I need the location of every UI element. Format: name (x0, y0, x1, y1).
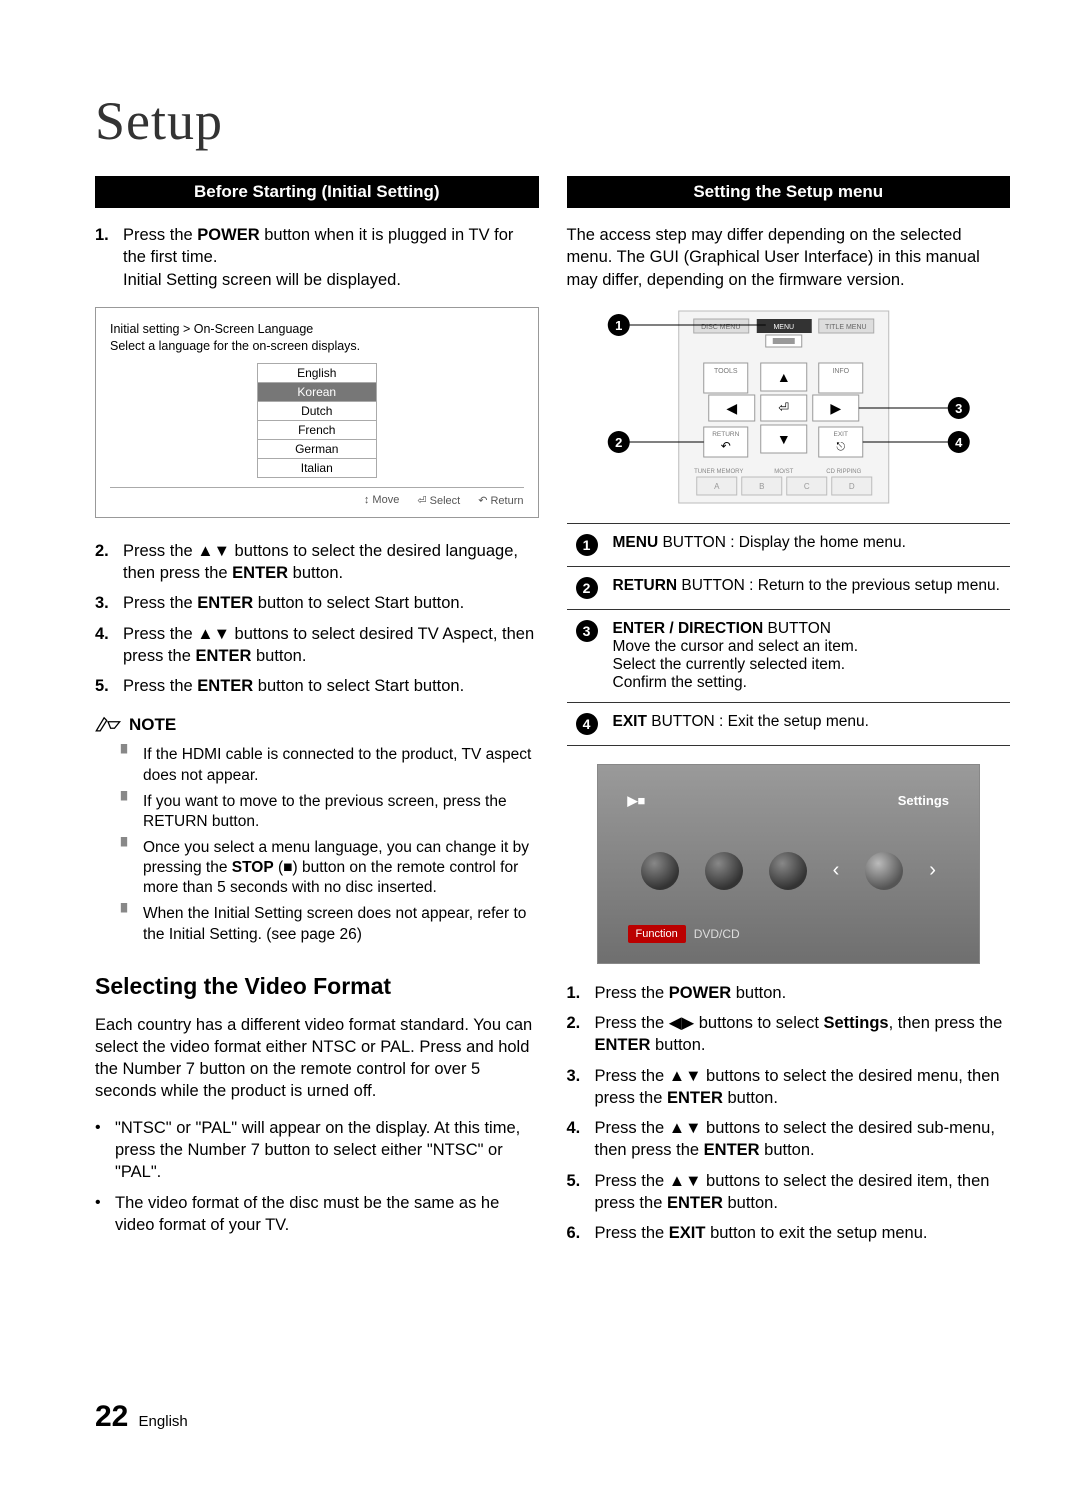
remote-diagram: DISC MENU MENU TITLE MENU TOOLS INFO ▲ ▼… (567, 305, 1011, 505)
svg-text:2: 2 (615, 435, 622, 450)
steps-initial-2: 2.Press the ▲▼ buttons to select the des… (95, 540, 539, 698)
svg-text:4: 4 (955, 435, 963, 450)
callout-text: RETURN BUTTON : Return to the previous s… (607, 566, 1011, 609)
callout-text: ENTER / DIRECTION BUTTONMove the cursor … (607, 609, 1011, 702)
page-title: Setup (95, 90, 1010, 152)
svg-text:A: A (714, 482, 720, 491)
bullet-item: The video format of the disc must be the… (95, 1192, 539, 1237)
bullet-list: "NTSC" or "PAL" will appear on the displ… (95, 1117, 539, 1236)
left-column: Before Starting (Initial Setting) 1.Pres… (95, 176, 539, 1252)
svg-text:⎋: ⎋ (836, 441, 845, 453)
osd-language-list: EnglishKoreanDutchFrenchGermanItalian (257, 363, 377, 478)
note-item: Once you select a menu language, you can… (121, 838, 539, 898)
svg-text:MO/ST: MO/ST (774, 469, 793, 475)
step-text: Press the POWER button. (595, 982, 1011, 1004)
svg-text:B: B (759, 482, 764, 491)
tv-icon (769, 852, 807, 890)
note-item: If the HDMI cable is connected to the pr… (121, 745, 539, 785)
tv-icon-settings (865, 852, 903, 890)
paragraph: Each country has a different video forma… (95, 1014, 539, 1103)
step-text: Press the ▲▼ buttons to select the desir… (123, 540, 539, 585)
section-bar-setup-menu: Setting the Setup menu (567, 176, 1011, 208)
osd-language-box: Initial setting > On-Screen Language Sel… (95, 307, 539, 518)
callout-number: 4 (576, 713, 598, 735)
osd-footer: ↕ Move ⏎ Select ↶ Return (110, 487, 524, 507)
step-text: Press the EXIT button to exit the setup … (595, 1222, 1011, 1244)
osd-language-item: German (257, 439, 377, 459)
note-icon (95, 716, 121, 734)
step-text: Press the POWER button when it is plugge… (123, 224, 539, 291)
callout-table: 1 MENU BUTTON : Display the home menu. 2 RE… (567, 523, 1011, 746)
svg-text:TOOLS: TOOLS (713, 368, 737, 375)
svg-text:3: 3 (955, 401, 962, 416)
svg-text:INFO: INFO (832, 368, 849, 375)
tv-settings-label: Settings (898, 793, 949, 808)
svg-text:MENU: MENU (773, 324, 794, 331)
tv-icon (705, 852, 743, 890)
osd-prompt: Select a language for the on-screen disp… (110, 339, 524, 353)
osd-language-item: Korean (257, 382, 377, 402)
paragraph: The access step may differ depending on … (567, 224, 1011, 291)
callout-text: MENU BUTTON : Display the home menu. (607, 523, 1011, 566)
svg-text:TITLE MENU: TITLE MENU (824, 324, 866, 331)
osd-language-item: Italian (257, 458, 377, 478)
step-text: Press the ▲▼ buttons to select the desir… (595, 1117, 1011, 1162)
note-list: If the HDMI cable is connected to the pr… (95, 745, 539, 944)
step-text: Press the ◀▶ buttons to select Settings,… (595, 1012, 1011, 1057)
svg-text:EXIT: EXIT (833, 431, 847, 438)
step-text: Press the ▲▼ buttons to select the desir… (595, 1170, 1011, 1215)
play-icon: ▶■ (628, 793, 646, 809)
svg-text:▶: ▶ (830, 400, 841, 416)
svg-text:1: 1 (615, 318, 622, 333)
callout-text: EXIT BUTTON : Exit the setup menu. (607, 702, 1011, 745)
callout-number: 3 (576, 620, 598, 642)
tv-home-screen: ▶■ Settings ‹ › Function DVD/CD (597, 764, 981, 964)
page-language: English (139, 1413, 188, 1430)
osd-breadcrumb: Initial setting > On-Screen Language (110, 322, 524, 336)
osd-language-item: Dutch (257, 401, 377, 421)
callout-number: 2 (576, 577, 598, 599)
tv-icon-row: ‹ › (628, 852, 950, 890)
bullet-item: "NTSC" or "PAL" will appear on the displ… (95, 1117, 539, 1184)
note-label: NOTE (129, 715, 176, 735)
step-text: Press the ▲▼ buttons to select desired T… (123, 623, 539, 668)
section-bar-before-starting: Before Starting (Initial Setting) (95, 176, 539, 208)
svg-text:RETURN: RETURN (712, 431, 739, 438)
note-heading: NOTE (95, 715, 539, 735)
source-label: DVD/CD (694, 927, 740, 941)
function-button: Function (628, 925, 686, 943)
svg-text:C: C (803, 482, 809, 491)
svg-text:CD RIPPING: CD RIPPING (826, 469, 861, 475)
osd-hint: ↶ Return (478, 494, 523, 507)
page-footer: 22 English (95, 1400, 188, 1434)
step-text: Press the ENTER button to select Start b… (123, 675, 539, 697)
note-item: If you want to move to the previous scre… (121, 792, 539, 832)
svg-text:▼: ▼ (776, 431, 790, 447)
osd-language-item: French (257, 420, 377, 440)
subheading-video-format: Selecting the Video Format (95, 973, 539, 1000)
callout-number: 1 (576, 534, 598, 556)
osd-hint: ↕ Move (364, 494, 399, 507)
steps-initial-1: 1.Press the POWER button when it is plug… (95, 224, 539, 291)
svg-text:◀: ◀ (726, 400, 737, 416)
svg-text:▲: ▲ (776, 369, 790, 385)
svg-text:D: D (848, 482, 854, 491)
svg-text:TUNER MEMORY: TUNER MEMORY (694, 469, 743, 475)
chevron-right-icon: › (929, 859, 936, 882)
tv-icon (641, 852, 679, 890)
step-text: Press the ENTER button to select Start b… (123, 592, 539, 614)
svg-text:↶: ↶ (720, 439, 730, 453)
right-column: Setting the Setup menu The access step m… (567, 176, 1011, 1252)
svg-text:⏎: ⏎ (778, 400, 789, 415)
chevron-left-icon: ‹ (833, 859, 840, 882)
step-text: Press the ▲▼ buttons to select the desir… (595, 1065, 1011, 1110)
osd-hint: ⏎ Select (417, 494, 460, 507)
note-item: When the Initial Setting screen does not… (121, 904, 539, 944)
page-number: 22 (95, 1400, 128, 1433)
osd-language-item: English (257, 363, 377, 383)
steps-setup-menu: 1.Press the POWER button.2.Press the ◀▶ … (567, 982, 1011, 1245)
